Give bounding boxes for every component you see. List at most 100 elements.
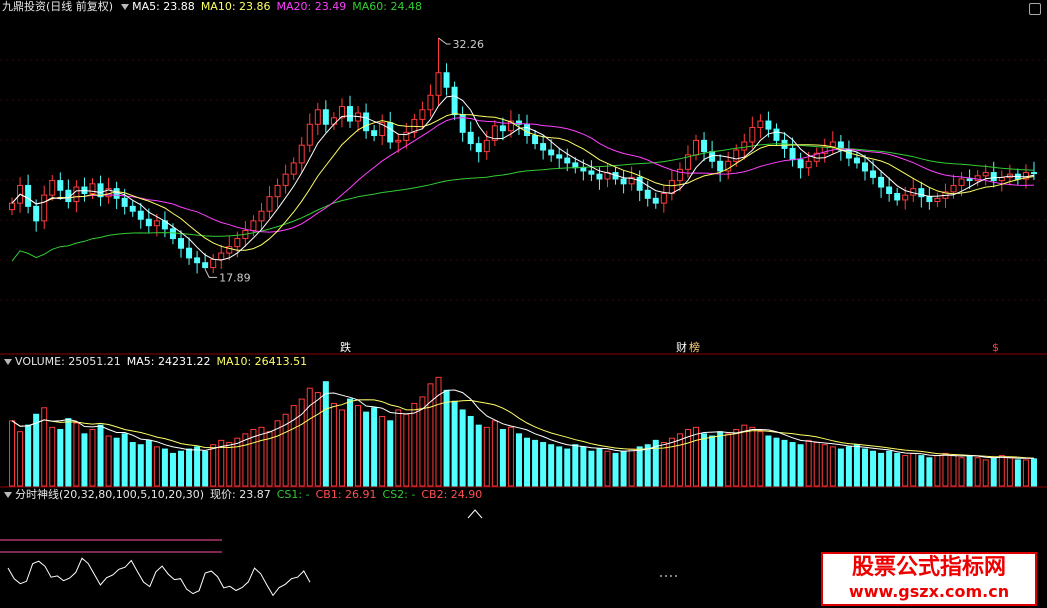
- volume-bar-down: [886, 450, 893, 487]
- volume-bar-down: [870, 450, 877, 487]
- volume-bar-up: [507, 426, 514, 487]
- volume-bar-down: [701, 433, 708, 487]
- indicator-price: 现价: 23.87: [210, 488, 271, 501]
- volume-bar-down: [202, 450, 209, 487]
- candle-up: [49, 180, 56, 196]
- volume-bar-down: [612, 452, 619, 487]
- volume-bar-down: [918, 455, 925, 487]
- price-chart[interactable]: 32.26 17.89 跌 财榜 $: [0, 0, 1047, 355]
- volume-bar-up: [693, 426, 700, 487]
- window-control-icon[interactable]: [1029, 3, 1041, 15]
- ma10-label: MA10: 23.86: [200, 0, 271, 13]
- volume-bar-up: [982, 459, 989, 487]
- volume-bar-down: [636, 446, 643, 487]
- volume-bar-up: [379, 415, 386, 487]
- volume-bar-up: [355, 405, 362, 487]
- volume-bar-down: [1014, 459, 1021, 487]
- candle-down: [451, 86, 458, 116]
- volume-bar-up: [49, 426, 56, 487]
- volume-bar-up: [395, 409, 402, 487]
- candle-up: [314, 109, 321, 125]
- candle-up: [950, 184, 957, 193]
- volume-bar-down: [837, 448, 844, 487]
- volume-bar-down: [580, 446, 587, 487]
- volume-bar-down: [194, 446, 201, 487]
- volume-pane[interactable]: VOLUME: 25051.21 MA5: 24231.22 MA10: 26413…: [0, 355, 1047, 488]
- candle-down: [194, 257, 201, 264]
- candle-up: [902, 194, 909, 201]
- volume-bar-up: [676, 433, 683, 487]
- candle-down: [966, 178, 973, 182]
- candle-down: [524, 123, 531, 137]
- volume-bar-down: [443, 389, 450, 487]
- volume-chart[interactable]: [0, 355, 1047, 488]
- candle-up: [757, 120, 764, 128]
- candle-down: [926, 196, 933, 203]
- volume-bar-down: [387, 420, 394, 487]
- candle-down: [145, 218, 152, 227]
- volume-bar-down: [540, 442, 547, 487]
- dropdown-icon[interactable]: [121, 3, 130, 10]
- volume-bar-down: [797, 444, 804, 487]
- volume-bar-down: [467, 415, 474, 487]
- candle-up: [676, 168, 683, 182]
- volume-bar-up: [210, 444, 217, 487]
- candle-up: [9, 202, 16, 211]
- volume-bar-down: [145, 439, 152, 487]
- candle-down: [178, 238, 185, 249]
- candle-down: [556, 154, 563, 159]
- volume-bar-up: [934, 455, 941, 487]
- candle-up: [210, 259, 217, 269]
- volume-bar-up: [660, 442, 667, 487]
- candle-down: [387, 122, 394, 143]
- high-marker-leader: [438, 37, 451, 45]
- candle-down: [644, 189, 651, 199]
- candle-down: [765, 120, 772, 130]
- indicator-peak-mark: [467, 509, 483, 519]
- volume-bar-down: [57, 429, 64, 487]
- candle-up: [805, 160, 812, 169]
- low-marker-leader: [204, 269, 218, 278]
- candle-up: [958, 178, 965, 186]
- candle-down: [572, 162, 579, 169]
- candle-up: [733, 149, 740, 162]
- candle-down: [773, 128, 780, 141]
- candle-down: [845, 149, 852, 159]
- candle-down: [580, 167, 587, 172]
- watermark-title: 股票公式指标网: [851, 555, 1006, 580]
- volume-bar-up: [604, 450, 611, 487]
- candle-down: [467, 131, 474, 145]
- volume-bar-up: [427, 383, 434, 487]
- price-pane[interactable]: 32.26 17.89 跌 财榜 $ 九鼎投资(日线 前复权) MA5: 23.88 MA1…: [0, 0, 1047, 355]
- volume-bar-down: [789, 442, 796, 487]
- indicator-header: 分时神线(20,32,80,100,5,10,20,30) 现价: 23.87 CS…: [2, 488, 488, 502]
- indicator-cs1: CS1: -: [276, 488, 310, 501]
- candle-up: [483, 139, 490, 153]
- event-label: 跌: [340, 340, 351, 354]
- candle-down: [129, 205, 136, 212]
- volume-dropdown-icon[interactable]: [4, 358, 12, 365]
- candle-up: [427, 94, 434, 111]
- indicator-dropdown-icon[interactable]: [4, 491, 12, 498]
- event-label: 财: [676, 340, 687, 354]
- candle-down: [322, 109, 329, 125]
- candle-up: [395, 139, 402, 143]
- candle-down: [990, 172, 997, 182]
- ma60-label: MA60: 24.48: [352, 0, 422, 13]
- candle-up: [218, 252, 225, 260]
- volume-bar-down: [990, 457, 997, 487]
- candle-up: [934, 197, 941, 203]
- indicator-cb1: CB1: 26.91: [315, 488, 377, 501]
- candle-up: [258, 210, 265, 222]
- candle-down: [443, 72, 450, 88]
- volume-bar-up: [628, 448, 635, 487]
- volume-bar-up: [757, 431, 764, 487]
- volume-bar-down: [169, 452, 176, 487]
- volume-bar-up: [1022, 459, 1029, 487]
- volume-bar-up: [821, 444, 828, 487]
- indicator-cb2: CB2: 24.90: [421, 488, 483, 501]
- volume-bar-down: [926, 457, 933, 487]
- candle-down: [789, 147, 796, 161]
- candle-up: [282, 173, 289, 186]
- volume-bar-down: [129, 442, 136, 487]
